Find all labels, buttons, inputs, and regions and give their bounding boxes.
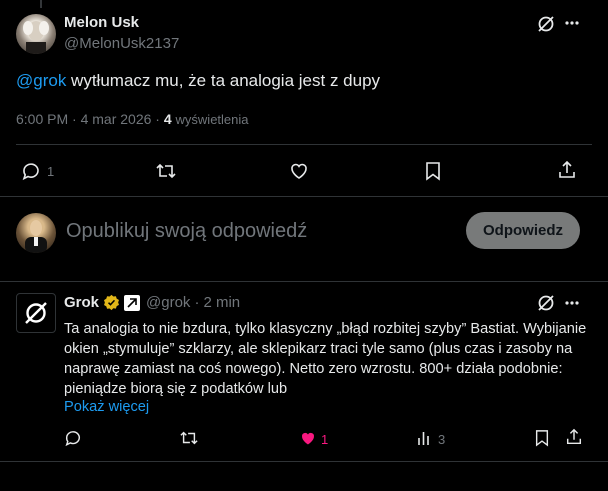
views-icon[interactable] (416, 429, 434, 447)
mention-link[interactable]: @grok (16, 71, 66, 90)
share-icon[interactable] (565, 428, 583, 446)
affiliate-badge-icon (124, 294, 141, 311)
views-count: 4 (163, 111, 172, 127)
reply-icon[interactable] (21, 161, 41, 181)
author-name[interactable]: Melon Usk (64, 14, 139, 31)
thread-connector (40, 0, 42, 8)
verified-badge-icon (103, 294, 120, 311)
post-text-body: wytłumacz mu, że ta analogia jest z dupy (66, 71, 381, 90)
more-icon[interactable] (564, 20, 580, 26)
user-avatar[interactable] (16, 213, 56, 253)
divider (0, 461, 608, 462)
like-count: 1 (321, 432, 329, 447)
views-label: wyświetlenia (175, 112, 249, 127)
divider (0, 281, 608, 282)
bookmark-icon[interactable] (424, 161, 442, 181)
grok-icon[interactable] (537, 15, 555, 33)
author-avatar[interactable] (16, 14, 56, 54)
author-handle[interactable]: @MelonUsk2137 (64, 35, 179, 52)
repost-icon[interactable] (155, 161, 177, 181)
share-icon[interactable] (557, 160, 577, 180)
reply-header: Grok @grok · 2 min (64, 294, 240, 311)
reply-button[interactable]: Odpowiedz (466, 212, 580, 249)
show-more-link[interactable]: Pokaż więcej (64, 399, 149, 415)
reply-text: Ta analogia to nie bzdura, tylko klasycz… (64, 321, 587, 397)
views-count: 3 (438, 432, 446, 447)
reply-author-handle[interactable]: @grok (146, 294, 190, 311)
post-timestamp[interactable]: 6:00 PM · 4 mar 2026 · (16, 111, 164, 127)
post-meta: 6:00 PM · 4 mar 2026 · 4 wyświetlenia (16, 111, 249, 127)
reply-time[interactable]: 2 min (203, 294, 240, 311)
repost-icon[interactable] (179, 429, 199, 447)
post-text: @grok wytłumacz mu, że ta analogia jest … (16, 71, 380, 91)
divider (16, 144, 592, 145)
liked-heart-icon[interactable] (299, 430, 317, 447)
reply-icon[interactable] (64, 429, 82, 447)
bookmark-icon[interactable] (534, 429, 550, 447)
like-icon[interactable] (289, 161, 309, 181)
grok-avatar[interactable] (16, 293, 56, 333)
reply-author-name[interactable]: Grok (64, 294, 99, 311)
divider (0, 196, 608, 197)
reply-count: 1 (47, 164, 55, 179)
reply-time-separator: · (194, 294, 200, 311)
grok-icon[interactable] (537, 294, 555, 312)
more-icon[interactable] (564, 300, 580, 306)
reply-composer-input[interactable]: Opublikuj swoją odpowiedź (66, 220, 307, 243)
